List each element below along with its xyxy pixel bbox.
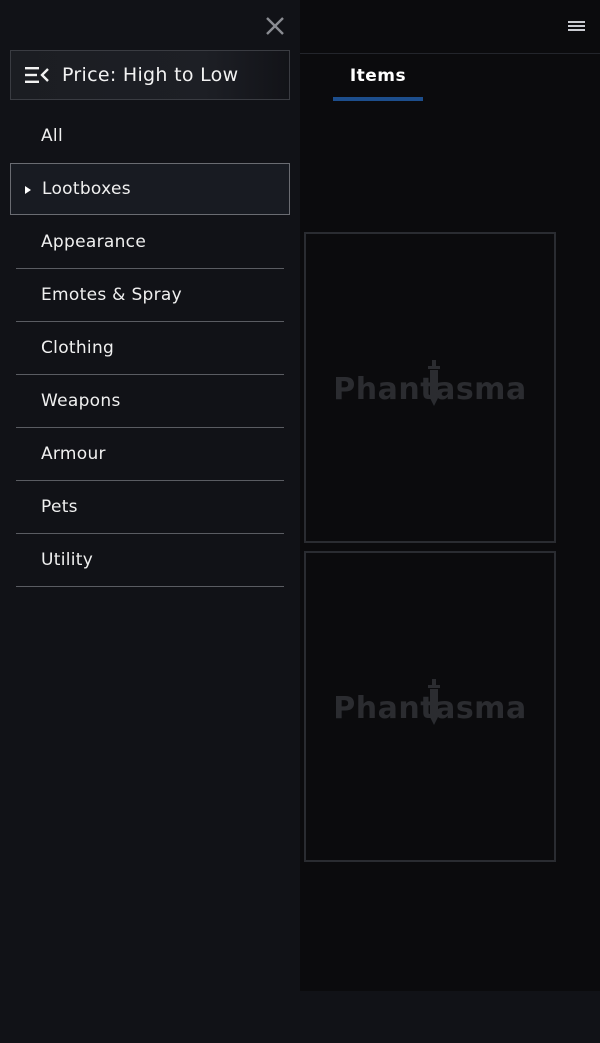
item-card[interactable]: Phantasma (304, 551, 556, 862)
close-icon[interactable] (262, 13, 288, 39)
category-emotes-spray[interactable]: Emotes & Spray (16, 269, 284, 322)
category-armour[interactable]: Armour (16, 428, 284, 481)
category-clothing[interactable]: Clothing (16, 322, 284, 375)
filter-sidebar: Price: High to Low All Lootboxes Appeara… (0, 0, 300, 991)
category-all[interactable]: All (16, 109, 284, 162)
sort-dropdown[interactable]: Price: High to Low (10, 50, 290, 100)
category-lootboxes[interactable]: Lootboxes (10, 163, 290, 215)
category-weapons[interactable]: Weapons (16, 375, 284, 428)
header-divider (300, 53, 600, 54)
category-pets[interactable]: Pets (16, 481, 284, 534)
caret-right-icon (25, 186, 31, 194)
category-utility[interactable]: Utility (16, 534, 284, 587)
hamburger-icon[interactable] (568, 19, 586, 33)
active-tab-indicator (333, 97, 423, 101)
tab-items[interactable]: Items (333, 60, 423, 102)
main-content: Items Phantasma Phantasma (300, 0, 600, 991)
category-appearance[interactable]: Appearance (16, 216, 284, 269)
placeholder-logo: Phantasma (333, 679, 526, 726)
placeholder-logo: Phantasma (333, 360, 526, 407)
sort-menu-icon (25, 67, 49, 83)
sort-label: Price: High to Low (62, 64, 239, 86)
item-card[interactable]: Phantasma (304, 232, 556, 543)
